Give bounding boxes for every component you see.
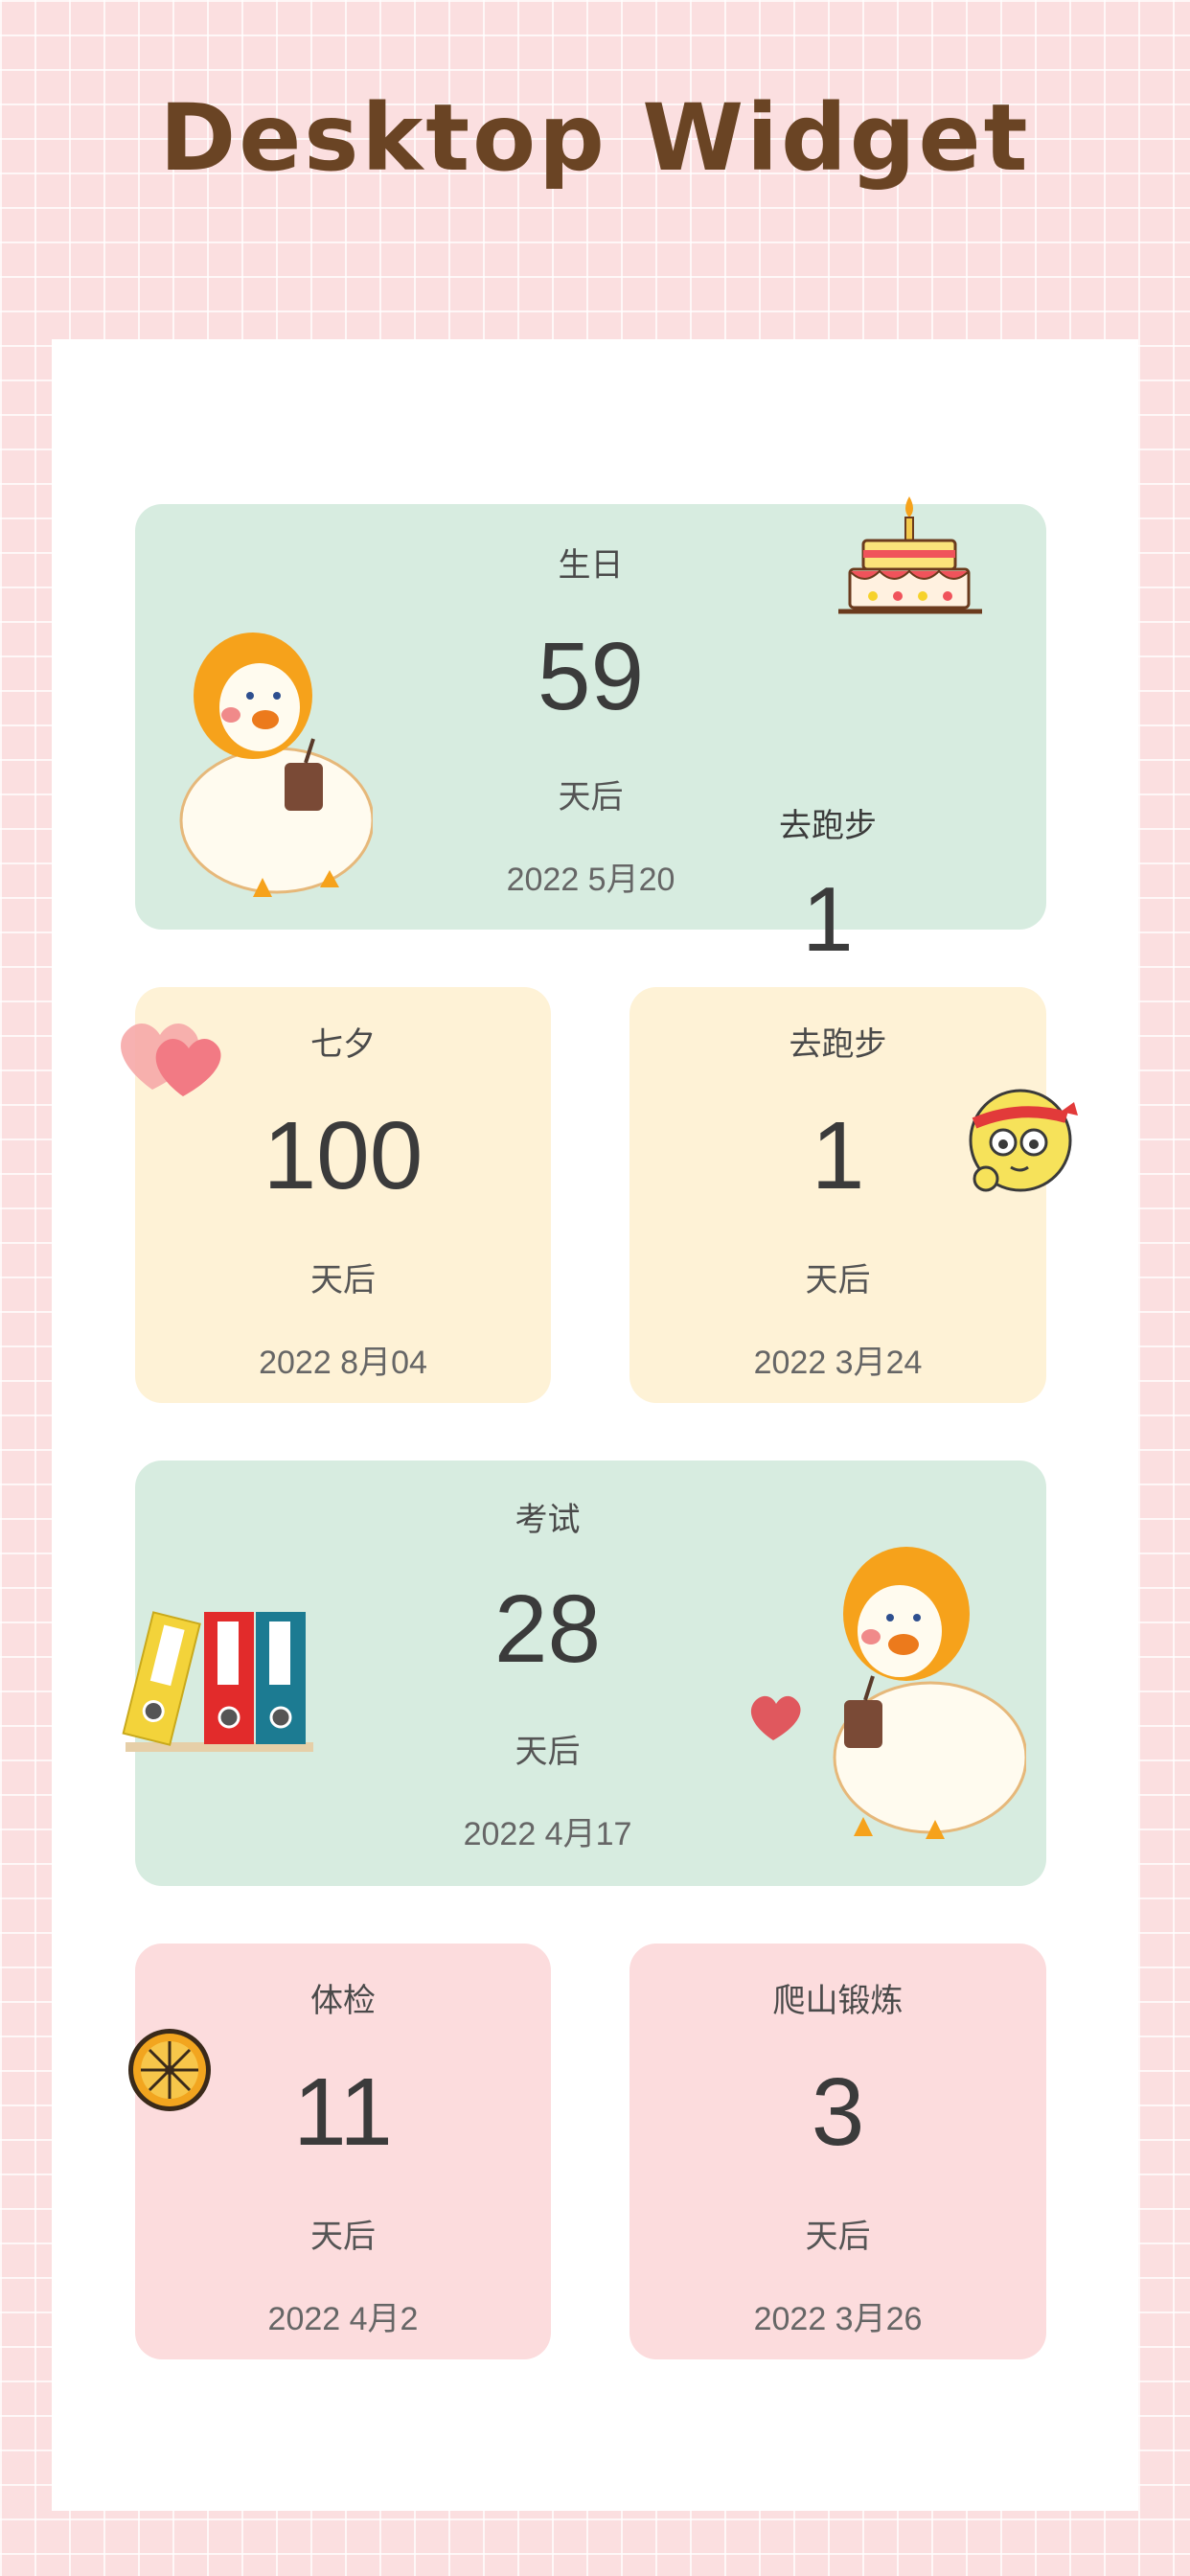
cake-icon: [838, 496, 982, 614]
card-date: 2022 4月2: [267, 2301, 419, 2337]
card-date: 2022 3月24: [753, 1345, 923, 1381]
countdown-card-birthday[interactable]: 生日 59 天后 2022 5月20: [135, 496, 1046, 930]
widget-panel: 生日 59 天后 2022 5月20 七夕 100 天后 2022 8月04 去…: [52, 339, 1138, 2511]
heart-icon: [750, 1695, 801, 1740]
card-title: 去跑步: [789, 1026, 887, 1063]
page-title: Desktop Widget: [159, 84, 1031, 192]
orange-slice-icon: [128, 2029, 211, 2111]
card-unit: 天后: [805, 2219, 871, 2255]
duck-icon: [833, 1547, 1026, 1839]
countdown-card-checkup[interactable]: 体检 11 天后 2022 4月2: [128, 1944, 551, 2359]
overlay-label: 去跑步: [779, 808, 877, 844]
card-days: 3: [811, 2058, 865, 2166]
card-days: 100: [263, 1102, 423, 1209]
card-date: 2022 8月04: [259, 1345, 427, 1381]
card-unit: 天后: [805, 1262, 871, 1299]
card-title: 考试: [515, 1502, 581, 1538]
card-title: 体检: [310, 1983, 376, 2019]
hearts-icon: [121, 1023, 221, 1096]
card-unit: 天后: [310, 1262, 376, 1299]
countdown-card-qixi[interactable]: 七夕 100 天后 2022 8月04: [121, 987, 551, 1403]
card-date: 2022 3月26: [753, 2301, 923, 2337]
binders-icon: [122, 1611, 313, 1752]
card-unit: 天后: [310, 2219, 376, 2255]
countdown-card-running[interactable]: 去跑步 1 天后 2022 3月24: [629, 987, 1078, 1403]
countdown-card-hiking[interactable]: 爬山锻炼 3 天后 2022 3月26: [629, 1944, 1046, 2359]
countdown-card-exam[interactable]: 考试 28 天后 2022 4月17: [122, 1460, 1046, 1886]
emoji-face-icon: [969, 1089, 1078, 1192]
overlay-days: 1: [802, 868, 854, 971]
duck-icon: [179, 632, 373, 897]
card-title: 爬山锻炼: [772, 1983, 904, 2019]
